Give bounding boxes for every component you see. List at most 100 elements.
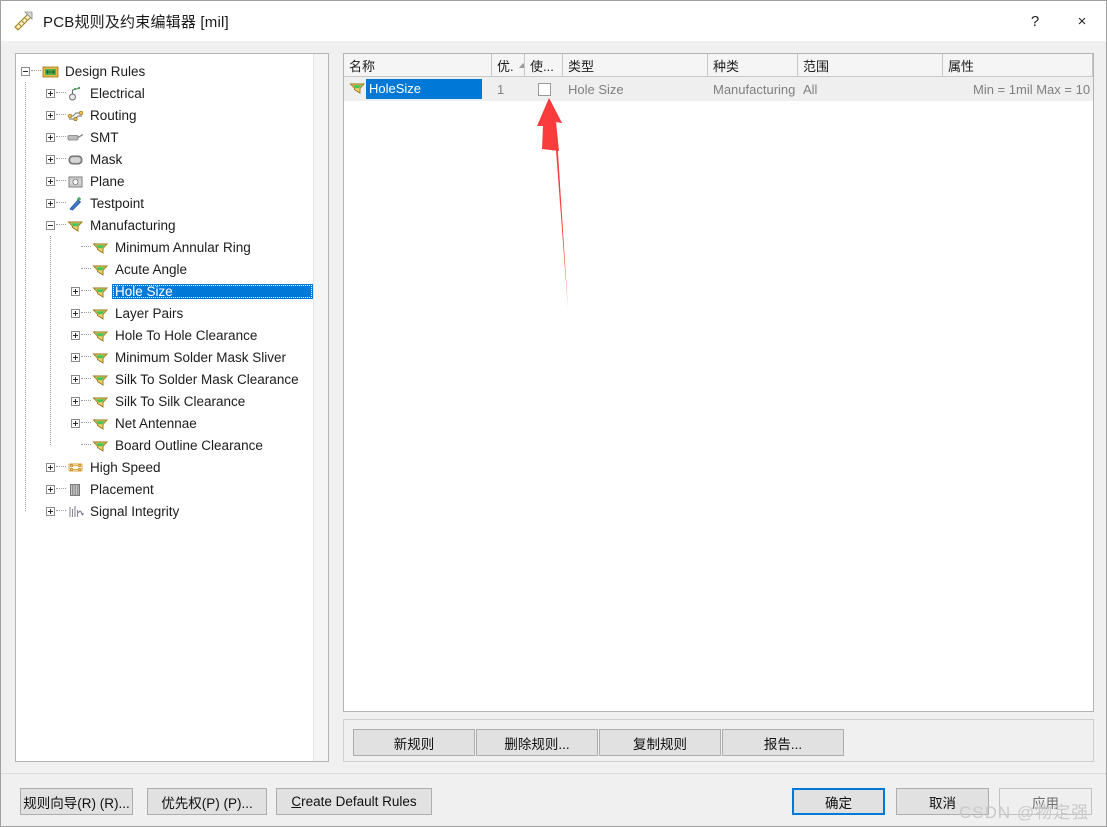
manufacturing-icon — [67, 218, 84, 233]
tree-connector-line — [56, 224, 66, 226]
tree-item-hole-size[interactable]: Hole Size — [16, 280, 313, 302]
expand-plus-icon[interactable] — [46, 176, 55, 186]
column-header-1[interactable]: 优. — [492, 54, 525, 76]
rule-attributes-cell: Min = 1mil Max = 10 — [973, 81, 1091, 97]
dialog-footer: 规则向导(R) (R)... 优先权(P) (P)... Create Defa… — [1, 773, 1106, 826]
tree-connector-line — [31, 70, 41, 72]
tree-connector-line — [81, 290, 91, 292]
rule-actions-toolbar: 新规则 删除规则... 复制规则 报告... — [343, 719, 1094, 762]
expand-plus-icon[interactable] — [46, 110, 55, 120]
tree-item-placement[interactable]: Placement — [16, 478, 313, 500]
expand-plus-icon[interactable] — [46, 484, 55, 494]
column-header-5[interactable]: 范围 — [798, 54, 943, 76]
title-bar: PCB规则及约束编辑器 [mil] ? × — [1, 1, 1106, 41]
close-icon[interactable]: × — [1058, 1, 1106, 41]
tree-connector-line — [81, 246, 91, 248]
tree-item-high-speed[interactable]: High Speed — [16, 456, 313, 478]
ok-button[interactable]: 确定 — [792, 788, 885, 815]
expand-plus-icon[interactable] — [71, 330, 80, 340]
rule-scope-cell: All — [803, 81, 818, 97]
expand-plus-icon[interactable] — [71, 374, 80, 384]
delete-rule-button[interactable]: 删除规则... — [476, 729, 598, 756]
expand-plus-icon[interactable] — [71, 286, 80, 296]
tree-item-label: Minimum Annular Ring — [115, 239, 251, 255]
tree-item-label: Manufacturing — [90, 217, 176, 233]
report-button[interactable]: 报告... — [722, 729, 844, 756]
tree-connector-line — [56, 114, 66, 116]
expand-plus-icon[interactable] — [46, 154, 55, 164]
expand-plus-icon[interactable] — [46, 132, 55, 142]
rule-category-cell: Manufacturing — [713, 81, 796, 97]
tree-item-silk-to-solder-mask-clearance[interactable]: Silk To Solder Mask Clearance — [16, 368, 313, 390]
tree-item-net-antennae[interactable]: Net Antennae — [16, 412, 313, 434]
rule-wizard-button[interactable]: 规则向导(R) (R)... — [20, 788, 133, 815]
priorities-button[interactable]: 优先权(P) (P)... — [147, 788, 267, 815]
expand-plus-icon[interactable] — [71, 352, 80, 362]
tree-vertical-scrollbar[interactable] — [313, 54, 328, 761]
column-header-3[interactable]: 类型 — [563, 54, 708, 76]
window-buttons: ? × — [1012, 1, 1106, 41]
rules-list-body[interactable]: HoleSize 1 Hole Size Manufacturing All Min = … — [344, 77, 1093, 101]
tree-item-silk-to-silk-clearance[interactable]: Silk To Silk Clearance — [16, 390, 313, 412]
tree-item-acute-angle[interactable]: Acute Angle — [16, 258, 313, 280]
collapse-minus-icon[interactable] — [46, 220, 55, 230]
column-header-6[interactable]: 属性 — [943, 54, 1093, 76]
tree-item-design-rules[interactable]: Design Rules — [16, 60, 313, 82]
tree-item-minimum-solder-mask-sliver[interactable]: Minimum Solder Mask Sliver — [16, 346, 313, 368]
expand-plus-icon[interactable] — [71, 418, 80, 428]
collapse-minus-icon[interactable] — [21, 66, 30, 76]
tree-item-testpoint[interactable]: Testpoint — [16, 192, 313, 214]
expand-plus-icon[interactable] — [46, 88, 55, 98]
tree-item-plane[interactable]: Plane — [16, 170, 313, 192]
tree-item-label: Design Rules — [65, 63, 146, 79]
tree-connector-line — [56, 466, 66, 468]
column-header-4[interactable]: 种类 — [708, 54, 798, 76]
help-icon[interactable]: ? — [1012, 1, 1058, 41]
tree-expander-placeholder — [71, 265, 80, 274]
tree-item-layer-pairs[interactable]: Layer Pairs — [16, 302, 313, 324]
rule-name-cell[interactable]: HoleSize — [344, 77, 492, 101]
tree-item-label: Placement — [90, 481, 154, 497]
tree-item-electrical[interactable]: Electrical — [16, 82, 313, 104]
tree-connector-line — [56, 202, 66, 204]
expand-plus-icon[interactable] — [46, 506, 55, 516]
tree-item-label: Minimum Solder Mask Sliver — [115, 349, 287, 365]
tree-connector-line — [81, 422, 91, 424]
column-header-label: 优. — [497, 58, 514, 74]
tree-item-label: Mask — [90, 151, 123, 167]
expand-plus-icon[interactable] — [71, 308, 80, 318]
tree-item-label: Acute Angle — [115, 261, 188, 277]
rule-enabled-cell[interactable] — [525, 77, 563, 101]
rule-name-label: HoleSize — [366, 79, 482, 99]
tree-connector-line — [56, 136, 66, 138]
expand-plus-icon[interactable] — [46, 462, 55, 472]
design-rules-tree[interactable]: Design Rules Electrical Routing SMT Mask Plan… — [16, 60, 313, 522]
rule-flag-icon — [92, 284, 109, 299]
tree-item-label: Hole To Hole Clearance — [115, 327, 258, 343]
tree-item-mask[interactable]: Mask — [16, 148, 313, 170]
column-header-2[interactable]: 使... — [525, 54, 563, 76]
rule-row[interactable]: HoleSize 1 Hole Size Manufacturing All Min = … — [344, 77, 1093, 101]
tree-item-label: Routing — [90, 107, 137, 123]
tree-connector-line — [56, 92, 66, 94]
enabled-checkbox[interactable] — [537, 82, 551, 96]
tree-item-manufacturing[interactable]: Manufacturing — [16, 214, 313, 236]
tree-item-hole-to-hole-clearance[interactable]: Hole To Hole Clearance — [16, 324, 313, 346]
column-header-0[interactable]: 名称 — [344, 54, 492, 76]
expand-plus-icon[interactable] — [46, 198, 55, 208]
tree-expander-placeholder — [71, 441, 80, 450]
rule-flag-icon — [92, 240, 109, 255]
tree-expander-placeholder — [71, 243, 80, 252]
expand-plus-icon[interactable] — [71, 396, 80, 406]
create-default-rules-button[interactable]: Create Default Rules — [276, 788, 432, 815]
tree-item-signal-integrity[interactable]: Signal Integrity — [16, 500, 313, 522]
tree-item-routing[interactable]: Routing — [16, 104, 313, 126]
tree-item-board-outline-clearance[interactable]: Board Outline Clearance — [16, 434, 313, 456]
duplicate-rule-button[interactable]: 复制规则 — [599, 729, 721, 756]
tree-item-label: SMT — [90, 129, 119, 145]
new-rule-button[interactable]: 新规则 — [353, 729, 475, 756]
rule-flag-icon — [92, 328, 109, 343]
tree-connector-line — [81, 334, 91, 336]
tree-item-smt[interactable]: SMT — [16, 126, 313, 148]
tree-item-minimum-annular-ring[interactable]: Minimum Annular Ring — [16, 236, 313, 258]
